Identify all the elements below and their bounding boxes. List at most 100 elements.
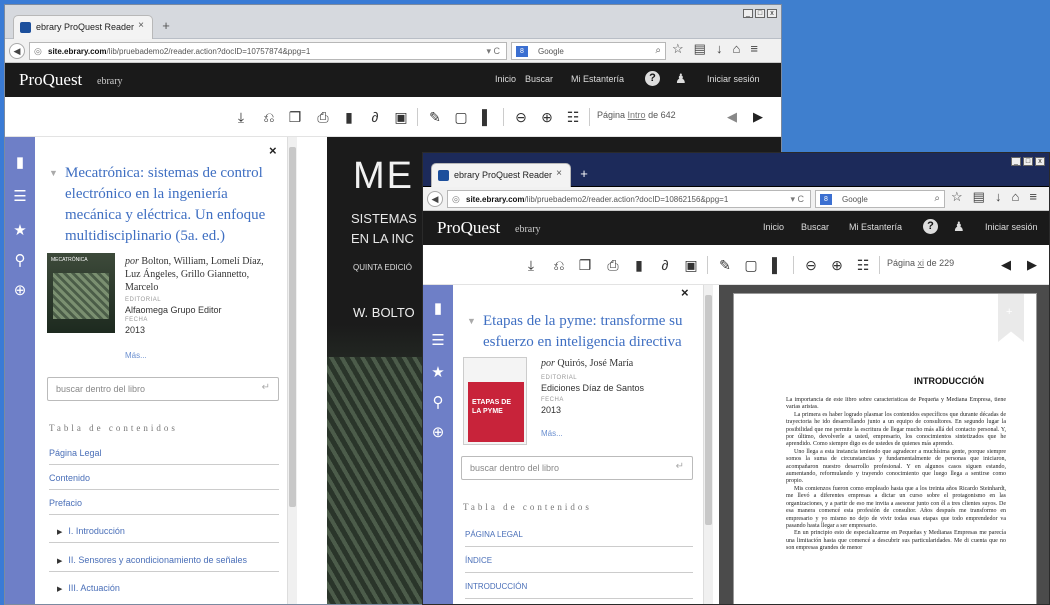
star-icon[interactable]: ☆: [951, 189, 963, 205]
maximize-icon[interactable]: □: [755, 9, 765, 18]
nav-mi-estanteria[interactable]: Mi Estantería: [849, 222, 902, 232]
proquest-logo[interactable]: ProQuest: [437, 218, 500, 238]
front-panel-scrollbar[interactable]: [703, 285, 713, 604]
minimize-icon[interactable]: _: [743, 9, 753, 18]
prev-page-icon[interactable]: ◀: [727, 109, 737, 125]
home-icon[interactable]: ⌂: [1011, 189, 1019, 205]
toc-item[interactable]: ÍNDICE: [465, 547, 693, 573]
toc-item[interactable]: Página Legal: [49, 440, 279, 465]
tab-close-icon[interactable]: ×: [138, 20, 144, 31]
book-info-icon[interactable]: ▮: [430, 299, 446, 317]
note-icon[interactable]: ▢: [743, 257, 759, 274]
back-arrow-icon[interactable]: ◀: [9, 43, 25, 59]
web-icon[interactable]: ⊕: [430, 423, 446, 441]
close-window-icon[interactable]: x: [767, 9, 777, 18]
menu-icon[interactable]: ≡: [1029, 189, 1037, 205]
share-icon[interactable]: ⎌: [261, 109, 277, 126]
toc-item[interactable]: ▶ I. Introducción: [49, 518, 279, 543]
book-search-input[interactable]: buscar dentro del libro ↵: [47, 377, 279, 401]
book-search-input[interactable]: buscar dentro del libro ↵: [461, 456, 693, 480]
highlight-icon[interactable]: ✎: [717, 257, 733, 274]
nav-buscar[interactable]: Buscar: [801, 222, 829, 232]
toc-item[interactable]: ▶ III. Actuación: [49, 575, 279, 600]
favorites-icon[interactable]: ★: [430, 363, 446, 381]
add-to-shelf-icon[interactable]: ▮: [631, 257, 647, 274]
collapse-caret-icon[interactable]: ▼: [467, 311, 476, 332]
page-bookmark-icon[interactable]: +: [998, 294, 1024, 342]
back-arrow-icon[interactable]: ◀: [427, 191, 443, 207]
close-panel-icon[interactable]: ×: [681, 285, 689, 300]
more-link[interactable]: Más...: [125, 351, 147, 360]
user-icon[interactable]: ♟: [675, 71, 687, 87]
highlight-icon[interactable]: ✎: [427, 109, 443, 126]
back-tab[interactable]: ebrary ProQuest Reader ×: [13, 15, 153, 39]
add-to-shelf-icon[interactable]: ▮: [341, 109, 357, 126]
expand-triangle-icon[interactable]: ▶: [57, 529, 62, 536]
download-book-icon[interactable]: ⤓: [523, 257, 539, 274]
library-icon[interactable]: ▤: [694, 41, 706, 57]
toc-icon[interactable]: ☰: [430, 331, 446, 349]
front-search-field[interactable]: 8 Google ⌕: [815, 190, 945, 208]
search-icon[interactable]: ⌕: [655, 45, 661, 56]
download-book-icon[interactable]: ⤓: [233, 109, 249, 126]
back-search-field[interactable]: 8 Google ⌕: [511, 42, 666, 60]
new-tab-icon[interactable]: +: [157, 18, 175, 34]
note-icon[interactable]: ▢: [453, 109, 469, 126]
copy-icon[interactable]: ❐: [287, 109, 303, 126]
expand-triangle-icon[interactable]: ▶: [57, 558, 62, 565]
star-icon[interactable]: ☆: [672, 41, 684, 57]
nav-buscar[interactable]: Buscar: [525, 74, 553, 84]
new-tab-icon[interactable]: +: [575, 166, 593, 182]
nav-inicio[interactable]: Inicio: [495, 74, 516, 84]
prev-page-icon[interactable]: ◀: [1001, 257, 1011, 273]
nav-mi-estanteria[interactable]: Mi Estantería: [571, 74, 624, 84]
front-tab[interactable]: ebrary ProQuest Reader ×: [431, 163, 571, 187]
scroll-thumb[interactable]: [289, 147, 296, 507]
next-page-icon[interactable]: ▶: [753, 109, 763, 125]
page-current[interactable]: Intro: [628, 110, 646, 120]
minimize-icon[interactable]: _: [1011, 157, 1021, 166]
help-icon[interactable]: ?: [923, 219, 938, 234]
link-icon[interactable]: ∂: [657, 257, 673, 273]
reload-icon[interactable]: ▾ C: [486, 46, 500, 57]
expand-triangle-icon[interactable]: ▶: [57, 586, 62, 593]
toc-item[interactable]: PÁGINA LEGAL: [465, 521, 693, 547]
zoom-in-icon[interactable]: ⊕: [539, 109, 555, 126]
book-title[interactable]: ▼ Etapas de la pyme: transforme su esfue…: [467, 311, 693, 353]
toc-item[interactable]: INTRODUCCIÓN: [465, 573, 693, 599]
page-view-icon[interactable]: ☷: [565, 109, 581, 126]
page-indicator[interactable]: Página Intro de 642: [597, 110, 676, 120]
more-link[interactable]: Más...: [541, 429, 563, 438]
close-panel-icon[interactable]: ×: [269, 143, 277, 158]
search-icon[interactable]: ⌕: [934, 193, 940, 204]
zoom-out-icon[interactable]: ⊖: [513, 109, 529, 126]
favorites-icon[interactable]: ★: [12, 221, 28, 239]
close-window-icon[interactable]: x: [1035, 157, 1045, 166]
book-info-icon[interactable]: ▮: [12, 153, 28, 171]
back-url-field[interactable]: ◎ site.ebrary.com/lib/pruebademo2/reader…: [29, 42, 507, 60]
home-icon[interactable]: ⌂: [732, 41, 740, 57]
toc-item[interactable]: ▶ II. Sensores y acondicionamiento de señ…: [49, 547, 279, 572]
cite-icon[interactable]: ▣: [683, 257, 699, 274]
enter-icon[interactable]: ↵: [676, 461, 684, 472]
download-icon[interactable]: ↓: [995, 189, 1002, 205]
collapse-caret-icon[interactable]: ▼: [49, 163, 58, 184]
tab-close-icon[interactable]: ×: [556, 168, 562, 179]
bookmark-icon[interactable]: ▌: [479, 109, 495, 125]
cite-icon[interactable]: ▣: [393, 109, 409, 126]
nav-iniciar-sesion[interactable]: Iniciar sesión: [707, 74, 760, 84]
menu-icon[interactable]: ≡: [750, 41, 758, 57]
nav-inicio[interactable]: Inicio: [763, 222, 784, 232]
page-view-icon[interactable]: ☷: [855, 257, 871, 274]
print-icon[interactable]: ⎙: [605, 257, 621, 274]
search-book-icon[interactable]: ⚲: [12, 251, 28, 269]
toc-item[interactable]: Prefacio: [49, 490, 279, 515]
download-icon[interactable]: ↓: [716, 41, 723, 57]
copy-icon[interactable]: ❐: [577, 257, 593, 274]
reload-icon[interactable]: ▾ C: [790, 194, 804, 205]
web-icon[interactable]: ⊕: [12, 281, 28, 299]
toc-item[interactable]: Contenido: [49, 465, 279, 490]
zoom-in-icon[interactable]: ⊕: [829, 257, 845, 274]
bookmark-icon[interactable]: ▌: [769, 257, 785, 273]
book-title[interactable]: ▼ Mecatrónica: sistemas de control elect…: [49, 163, 277, 247]
